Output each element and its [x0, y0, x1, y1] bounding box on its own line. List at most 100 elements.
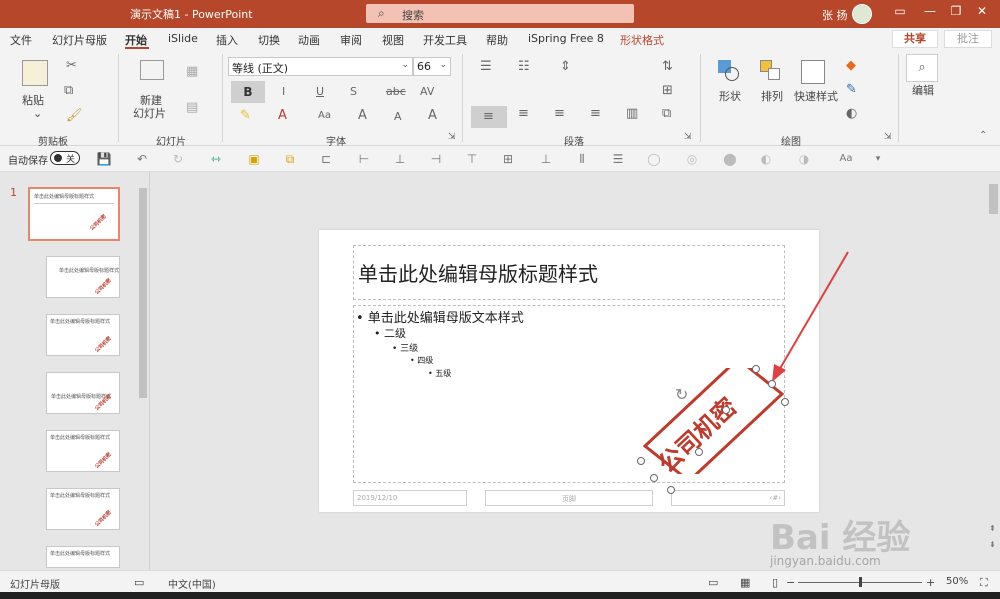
- user-name[interactable]: 张 扬: [822, 7, 848, 23]
- next-slide-icon[interactable]: ⇟: [989, 540, 996, 549]
- search-box[interactable]: ⌕ 搜索: [366, 4, 634, 23]
- undo-icon[interactable]: ↶: [134, 151, 150, 167]
- reset-icon[interactable]: ▤: [186, 100, 198, 115]
- columns-icon[interactable]: ▥: [626, 106, 638, 121]
- thumbnail-scrollbar[interactable]: [137, 178, 149, 568]
- resize-handle[interactable]: [650, 474, 658, 482]
- highlight-icon[interactable]: ✎: [240, 108, 251, 123]
- arrange-icon[interactable]: [760, 60, 784, 82]
- align-right-objects-icon[interactable]: ⊣: [428, 151, 444, 167]
- drawing-dialog-launcher-icon[interactable]: ⇲: [884, 132, 892, 142]
- thumbnail-layout-3[interactable]: 单击此处编辑母版标题样式 公司机密: [46, 372, 120, 414]
- shape-effects-icon[interactable]: ◐: [846, 106, 857, 121]
- shapes-label[interactable]: 形状: [719, 90, 741, 103]
- paragraph-dialog-launcher-icon[interactable]: ⇲: [684, 132, 692, 142]
- editing-label[interactable]: 编辑: [912, 84, 934, 97]
- accessibility-icon[interactable]: ▭: [134, 576, 144, 589]
- arrange-label[interactable]: 排列: [761, 90, 783, 103]
- bullets-icon[interactable]: ☰: [480, 59, 492, 74]
- bold-button[interactable]: B: [231, 81, 265, 103]
- tab-view[interactable]: 视图: [382, 32, 404, 48]
- subtract-icon[interactable]: ◑: [796, 151, 812, 167]
- share-button[interactable]: 共享: [892, 30, 938, 48]
- tab-insert[interactable]: 插入: [216, 32, 238, 48]
- font-dialog-launcher-icon[interactable]: ⇲: [448, 132, 456, 142]
- numbering-icon[interactable]: ☷: [518, 59, 530, 74]
- group-icon[interactable]: ▣: [246, 151, 262, 167]
- date-placeholder[interactable]: 2019/12/10: [353, 490, 467, 506]
- layout-icon[interactable]: ▦: [186, 64, 198, 79]
- cut-icon[interactable]: ✂: [66, 58, 77, 73]
- copy-icon[interactable]: ⧉: [64, 83, 73, 98]
- close-icon[interactable]: ✕: [970, 4, 994, 24]
- thumbnail-master[interactable]: 单击此处编辑母版标题样式 公司机密: [28, 187, 120, 241]
- resize-handle[interactable]: [781, 398, 789, 406]
- title-placeholder[interactable]: 单击此处编辑母版标题样式: [353, 245, 785, 300]
- align-left-button[interactable]: ≡: [471, 106, 507, 128]
- quick-styles-icon[interactable]: [801, 60, 825, 84]
- fit-to-window-icon[interactable]: ⛶: [980, 576, 988, 590]
- strikethrough-icon[interactable]: abc: [386, 85, 406, 98]
- tab-home[interactable]: 开始: [125, 32, 147, 48]
- tab-developer[interactable]: 开发工具: [423, 32, 467, 48]
- tab-slide-master[interactable]: 幻灯片母版: [52, 32, 107, 48]
- distribute-icon[interactable]: ⇿: [208, 151, 224, 167]
- scrollbar-thumb[interactable]: [989, 184, 998, 214]
- resize-handle[interactable]: [667, 486, 675, 494]
- prev-slide-icon[interactable]: ⇞: [989, 524, 996, 533]
- footer-placeholder[interactable]: 页脚: [485, 490, 653, 506]
- clear-format-icon[interactable]: A: [428, 108, 437, 123]
- font-color-icon[interactable]: A: [278, 108, 287, 123]
- align-center-objects-icon[interactable]: ⊥: [392, 151, 408, 167]
- tab-help[interactable]: 帮助: [486, 32, 508, 48]
- autosave-toggle[interactable]: 关: [50, 151, 80, 165]
- restore-icon[interactable]: ❐: [944, 4, 968, 24]
- tab-review[interactable]: 审阅: [340, 32, 362, 48]
- rotate-handle-icon[interactable]: ↻: [675, 385, 688, 404]
- zoom-level[interactable]: 50%: [946, 576, 968, 587]
- tab-ispring[interactable]: iSpring Free 8: [528, 32, 604, 45]
- fragment-icon[interactable]: ⬤: [722, 151, 738, 167]
- zoom-out-icon[interactable]: −: [786, 576, 795, 589]
- resize-handle[interactable]: [752, 365, 760, 373]
- shrink-font-icon[interactable]: A: [394, 110, 402, 123]
- align-bottom-icon[interactable]: ⊥: [538, 151, 554, 167]
- grow-font-icon[interactable]: A: [358, 108, 367, 123]
- tab-transitions[interactable]: 切换: [258, 32, 280, 48]
- shadow-icon[interactable]: S: [350, 85, 357, 98]
- thumbnail-layout-4[interactable]: 单击此处编辑母版标题样式 公司机密: [46, 430, 120, 472]
- find-icon[interactable]: ⌕: [906, 54, 938, 82]
- align-top-icon[interactable]: ⊤: [464, 151, 480, 167]
- char-spacing-icon[interactable]: AV: [420, 85, 434, 98]
- align-center-icon[interactable]: ≡: [518, 106, 529, 121]
- reading-view-icon[interactable]: ▯: [772, 576, 778, 589]
- resize-handle[interactable]: [768, 380, 776, 388]
- paste-dropdown-icon[interactable]: ⌄: [33, 107, 42, 120]
- slide-sorter-icon[interactable]: ▦: [740, 576, 750, 589]
- combine-icon[interactable]: ◎: [684, 151, 700, 167]
- save-icon[interactable]: 💾: [96, 151, 112, 167]
- thumbnail-layout-2[interactable]: 单击此处编辑母版标题样式 公司机密: [46, 314, 120, 356]
- shape-outline-icon[interactable]: ✎: [846, 82, 857, 97]
- language-label[interactable]: 中文(中国): [168, 576, 216, 591]
- new-slide-label[interactable]: 新建: [140, 94, 162, 107]
- change-case-qat-icon[interactable]: Aa: [836, 151, 856, 167]
- underline-icon[interactable]: U: [316, 85, 324, 98]
- ribbon-display-options-icon[interactable]: ▭: [888, 4, 912, 24]
- scrollbar-thumb[interactable]: [139, 188, 147, 398]
- font-size-combo[interactable]: 66 ⌄: [413, 57, 451, 76]
- line-spacing-icon[interactable]: ⇕: [560, 59, 571, 74]
- change-case-icon[interactable]: Aa: [318, 110, 331, 121]
- align-right-icon[interactable]: ≡: [554, 106, 565, 121]
- smartart-icon[interactable]: ⧉: [662, 106, 671, 121]
- minimize-icon[interactable]: —: [918, 4, 942, 24]
- distribute-v-icon[interactable]: ☰: [610, 151, 626, 167]
- resize-handle[interactable]: [722, 406, 730, 414]
- thumbnail-layout-6[interactable]: 单击此处编辑母版标题样式: [46, 546, 120, 568]
- redo-icon[interactable]: ↻: [170, 151, 186, 167]
- justify-icon[interactable]: ≡: [590, 106, 601, 121]
- tab-islide[interactable]: iSlide: [168, 32, 198, 45]
- shapes-icon[interactable]: [718, 60, 742, 82]
- shape-fill-icon[interactable]: ◆: [846, 58, 856, 73]
- tab-animations[interactable]: 动画: [298, 32, 320, 48]
